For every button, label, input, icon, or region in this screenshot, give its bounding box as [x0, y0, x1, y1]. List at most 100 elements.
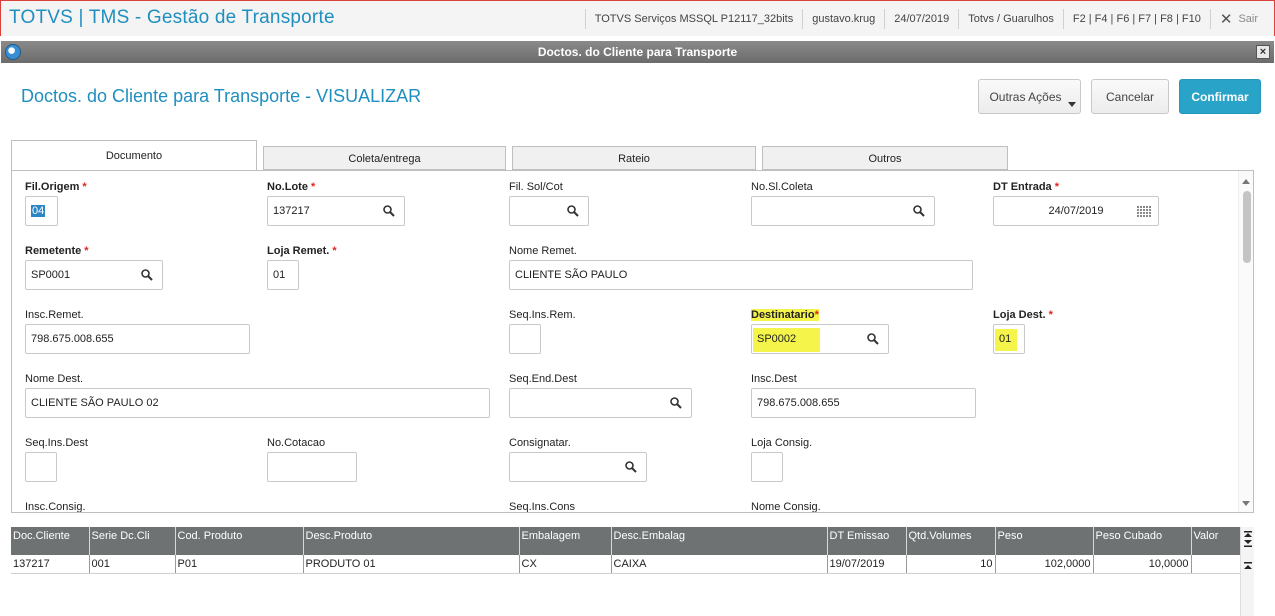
- other-actions-label: Outras Ações: [989, 89, 1062, 104]
- branch-label[interactable]: Totvs / Guarulhos: [958, 8, 1063, 29]
- confirm-button[interactable]: Confirmar: [1179, 79, 1261, 114]
- table-cell[interactable]: 19/07/2019: [827, 555, 907, 574]
- destinatario-field[interactable]: SP0002: [751, 324, 889, 354]
- search-icon[interactable]: [670, 397, 682, 409]
- no-cotacao-label: No.Cotacao: [267, 437, 326, 449]
- column-header[interactable]: Serie Dc.Cli: [89, 527, 176, 555]
- nome-dest-field[interactable]: CLIENTE SÃO PAULO 02: [25, 388, 490, 418]
- nome-remet-label: Nome Remet.: [509, 245, 577, 257]
- nome-dest-label: Nome Dest.: [25, 373, 84, 385]
- column-header[interactable]: Doc.Cliente: [11, 527, 90, 555]
- search-icon[interactable]: [567, 205, 579, 217]
- insc-dest-label: Insc.Dest: [751, 373, 797, 385]
- scroll-thumb[interactable]: [1243, 191, 1251, 263]
- app-top-bar: TOTVS | TMS - Gestão de Transporte TOTVS…: [0, 0, 1275, 36]
- loja-consig-label: Loja Consig.: [751, 437, 813, 449]
- tab-label: Documento: [105, 150, 163, 162]
- search-icon[interactable]: [867, 333, 879, 345]
- loja-remet-field[interactable]: 01: [267, 260, 299, 290]
- nome-remet-field[interactable]: CLIENTE SÃO PAULO: [509, 260, 973, 290]
- fil-sol-cot-field[interactable]: [509, 196, 589, 226]
- user-label[interactable]: gustavo.krug: [802, 8, 884, 29]
- cancel-label: Cancelar: [1105, 89, 1155, 104]
- form-scrollbar[interactable]: [1238, 171, 1253, 512]
- search-icon[interactable]: [141, 269, 153, 281]
- fil-origem-label: Fil.Origem *: [25, 181, 87, 193]
- column-header[interactable]: Peso: [995, 527, 1094, 555]
- chevron-down-icon: [1068, 102, 1076, 107]
- loja-consig-field[interactable]: [751, 452, 783, 482]
- column-header[interactable]: Embalagem: [519, 527, 612, 555]
- scroll-down-icon[interactable]: [1242, 501, 1250, 506]
- insc-consig-label: Insc.Consig.: [25, 501, 86, 513]
- tab-label: Coleta/entrega: [348, 153, 421, 165]
- calendar-icon[interactable]: [1137, 206, 1151, 220]
- close-icon: ✕: [1219, 10, 1233, 28]
- no-lote-value: 137217: [273, 205, 310, 217]
- destinatario-value: SP0002: [757, 333, 797, 345]
- document-form-panel: Fil.Origem * 04 No.Lote * 137217 Fil. Sol/…: [11, 170, 1254, 513]
- table-cell[interactable]: P01: [175, 555, 304, 574]
- column-header[interactable]: Valor: [1191, 527, 1241, 555]
- page-title: Doctos. do Cliente para Transporte - VIS…: [21, 86, 422, 106]
- grid-scroll-arrows-icon[interactable]: [1241, 527, 1255, 577]
- window-close-button[interactable]: ×: [1256, 45, 1270, 59]
- column-header[interactable]: DT Emissao: [827, 527, 907, 555]
- table-cell[interactable]: 137217: [11, 555, 90, 574]
- cancel-button[interactable]: Cancelar: [1091, 79, 1169, 114]
- seq-ins-rem-field[interactable]: [509, 324, 541, 354]
- no-sl-coleta-field[interactable]: [751, 196, 935, 226]
- shortcuts-label[interactable]: F2 | F4 | F6 | F7 | F8 | F10: [1062, 8, 1210, 29]
- fil-origem-value: 04: [31, 205, 46, 217]
- column-header[interactable]: Qtd.Volumes: [906, 527, 996, 555]
- confirm-label: Confirmar: [1191, 89, 1249, 104]
- tab-label: Rateio: [618, 153, 650, 165]
- items-table: Doc.Cliente Serie Dc.Cli Cod. Produto De…: [11, 527, 1241, 574]
- tab-documento[interactable]: Documento: [11, 140, 257, 171]
- nome-consig-label: Nome Consig.: [751, 501, 821, 513]
- column-header[interactable]: Desc.Produto: [303, 527, 520, 555]
- table-cell[interactable]: [1191, 555, 1241, 574]
- table-cell[interactable]: 001: [89, 555, 176, 574]
- search-icon[interactable]: [383, 205, 395, 217]
- scroll-up-icon[interactable]: [1242, 179, 1250, 184]
- table-cell[interactable]: CX: [519, 555, 612, 574]
- loja-dest-field[interactable]: 01: [993, 324, 1025, 354]
- seq-ins-dest-field[interactable]: [25, 452, 57, 482]
- dt-entrada-field[interactable]: 24/07/2019: [993, 196, 1159, 226]
- column-header[interactable]: Desc.Embalag: [611, 527, 828, 555]
- loja-remet-value: 01: [273, 269, 286, 281]
- other-actions-button[interactable]: Outras Ações: [978, 79, 1081, 114]
- tab-label: Outros: [868, 153, 902, 165]
- insc-remet-label: Insc.Remet.: [25, 309, 84, 321]
- remetente-field[interactable]: SP0001: [25, 260, 163, 290]
- table-cell[interactable]: 102,0000: [995, 555, 1094, 574]
- search-icon[interactable]: [913, 205, 925, 217]
- table-cell[interactable]: 10,0000: [1093, 555, 1192, 574]
- seq-ins-cons-label: Seq.Ins.Cons: [509, 501, 576, 513]
- totvs-logo-icon: [5, 44, 21, 60]
- table-cell[interactable]: CAIXA: [611, 555, 828, 574]
- insc-remet-field[interactable]: 798.675.008.655: [25, 324, 250, 354]
- app-info-bar: TOTVS Serviços MSSQL P12117_32bits gusta…: [584, 1, 1274, 36]
- fil-origem-field[interactable]: 04: [25, 196, 58, 226]
- column-header[interactable]: Peso Cubado: [1093, 527, 1192, 555]
- tab-rateio[interactable]: Rateio: [512, 146, 756, 170]
- table-row[interactable]: 137217 001 P01 PRODUTO 01 CX CAIXA 19/07…: [11, 555, 1241, 574]
- table-cell[interactable]: PRODUTO 01: [303, 555, 520, 574]
- window-title: Doctos. do Cliente para Transporte: [537, 45, 738, 59]
- dt-entrada-label: DT Entrada *: [993, 181, 1059, 193]
- tab-outros[interactable]: Outros: [762, 146, 1008, 170]
- insc-dest-field[interactable]: 798.675.008.655: [751, 388, 976, 418]
- column-header[interactable]: Cod. Produto: [175, 527, 304, 555]
- tab-coleta-entrega[interactable]: Coleta/entrega: [263, 146, 506, 170]
- seq-end-dest-field[interactable]: [509, 388, 692, 418]
- no-cotacao-field[interactable]: [267, 452, 357, 482]
- exit-button[interactable]: ✕ Sair: [1209, 8, 1274, 29]
- consignatar-field[interactable]: [509, 452, 647, 482]
- no-lote-field[interactable]: 137217: [267, 196, 405, 226]
- table-cell[interactable]: 10: [906, 555, 996, 574]
- grid-scrollbar[interactable]: [1240, 527, 1254, 616]
- date-label[interactable]: 24/07/2019: [884, 8, 958, 29]
- search-icon[interactable]: [625, 461, 637, 473]
